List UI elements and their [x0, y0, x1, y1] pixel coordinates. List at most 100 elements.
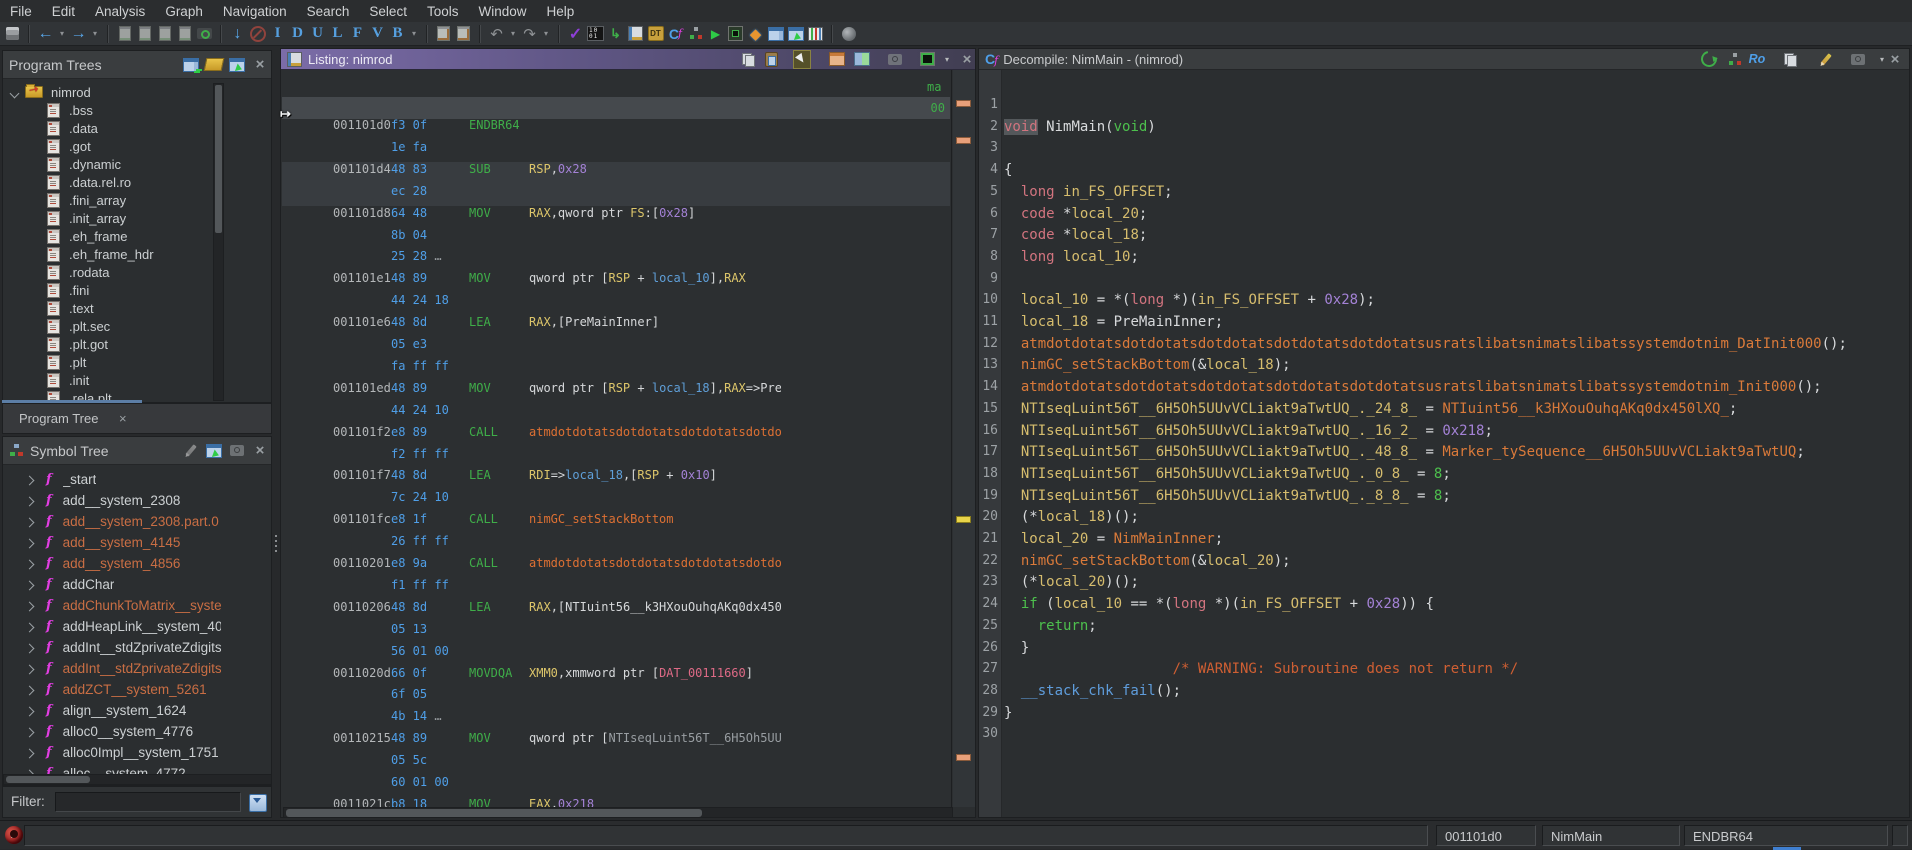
decompile-line-7[interactable]: code *local_18;	[1004, 224, 1147, 246]
import-arrow-icon[interactable]: ↳	[607, 24, 624, 44]
undefine-button[interactable]: U	[309, 24, 326, 44]
listing-line-001101e1-b1[interactable]: 44 24 18	[281, 289, 951, 311]
memory-block-icon[interactable]	[918, 50, 936, 68]
tree-item-dynamic[interactable]: .dynamic	[3, 155, 121, 173]
back-dropdown[interactable]: ▾	[57, 24, 67, 44]
listing-line-001101d8[interactable]: 001101d8 MOV RAX,qword ptr FS:[0x28] 64 48	[281, 202, 951, 224]
listing-line-001101fc[interactable]: 001101fc CALL nimGC_setStackBottom e8 1f	[281, 508, 951, 530]
symbol-item[interactable]: f addChar	[3, 574, 114, 595]
listing-line-001101d0[interactable]: 001101d0 ENDBR64 f3 0f	[281, 114, 951, 136]
byte-button[interactable]: B	[389, 24, 406, 44]
listing-line-001101d4[interactable]: 001101d4 SUB RSP,0x28 48 83	[281, 158, 951, 180]
symbol-list-hscrollbar[interactable]	[3, 774, 271, 785]
function-button[interactable]: F	[349, 24, 366, 44]
menu-select[interactable]: Select	[369, 4, 407, 19]
tree-item-plt[interactable]: .plt	[3, 353, 86, 371]
redo-icon[interactable]: ↷	[521, 24, 538, 44]
data-type-manager-icon[interactable]: DT	[647, 24, 664, 44]
splitter-handle[interactable]	[274, 535, 278, 557]
forward-icon[interactable]: →	[70, 24, 87, 44]
decompile-line-10[interactable]: local_10 = *(long *)(in_FS_OFFSET + 0x28…	[1004, 289, 1375, 311]
listing-line-0011020d[interactable]: 0011020d MOVDQA XMM0,xmmword ptr [DAT_0011…	[281, 662, 951, 684]
collapse-chevron-icon[interactable]	[9, 85, 20, 100]
copy-icon[interactable]	[1781, 50, 1799, 68]
decompile-line-28[interactable]: __stack_chk_fail();	[1004, 680, 1181, 702]
tree-item-pltgot[interactable]: .plt.got	[3, 335, 108, 353]
listing-hscrollbar[interactable]	[283, 807, 953, 817]
patch-instruction-icon[interactable]	[116, 24, 133, 44]
decompile-line-5[interactable]: long in_FS_OFFSET;	[1004, 181, 1173, 203]
instruction-button[interactable]: I	[269, 24, 286, 44]
variable-button[interactable]: V	[369, 24, 386, 44]
expand-chevron-icon[interactable]	[24, 493, 35, 508]
sphere-icon[interactable]	[840, 24, 857, 44]
tab-close-icon[interactable]: ×	[119, 404, 127, 433]
snapshot-icon[interactable]	[1849, 50, 1867, 68]
tree-item-pltsec[interactable]: .plt.sec	[3, 317, 110, 335]
listing-line-00110215-b2[interactable]: 60 01 00	[281, 771, 951, 793]
bookmark-marker[interactable]	[956, 137, 971, 144]
clear-code-icon[interactable]	[249, 24, 266, 44]
menu-window[interactable]: Window	[478, 4, 526, 19]
symbol-item[interactable]: f alloc0Impl__system_1751	[3, 742, 219, 763]
menu-graph[interactable]: Graph	[165, 4, 203, 19]
tree-item-eh_frame_hdr[interactable]: .eh_frame_hdr	[3, 245, 154, 263]
memory-dropdown-icon[interactable]: ▾	[938, 50, 956, 68]
filter-input[interactable]	[55, 792, 241, 812]
filter-icon[interactable]	[249, 794, 267, 812]
listing-line-001101f2-b1[interactable]: f2 ff ff	[281, 443, 951, 465]
decompile-line-17[interactable]: NTIseqLuint56T__6H5Oh5UUvVCLiakt9aTwtUQ_…	[1004, 441, 1805, 463]
tree-item-eh_frame[interactable]: .eh_frame	[3, 227, 128, 245]
expand-chevron-icon[interactable]	[24, 745, 35, 760]
symbol-item[interactable]: f _start	[3, 469, 96, 490]
decompile-line-29[interactable]: }	[1004, 702, 1012, 724]
listing-line-001101fc-b1[interactable]: 26 ff ff	[281, 530, 951, 552]
save-icon[interactable]	[4, 24, 21, 44]
decompile-line-16[interactable]: NTIseqLuint56T__6H5Oh5UUvVCLiakt9aTwtUQ_…	[1004, 420, 1493, 442]
tree-item-init[interactable]: .init	[3, 371, 89, 389]
expand-chevron-icon[interactable]	[24, 535, 35, 550]
expand-chevron-icon[interactable]	[24, 556, 35, 571]
listing-line-00110206-b1[interactable]: 05 13	[281, 618, 951, 640]
expand-chevron-icon[interactable]	[24, 703, 35, 718]
table-export-icon[interactable]	[787, 24, 804, 44]
tree-item-bss[interactable]: .bss	[3, 101, 93, 119]
decompile-line-13[interactable]: nimGC_setStackBottom(&local_18);	[1004, 354, 1291, 376]
symbol-item[interactable]: f add__system_4145	[3, 532, 180, 553]
listing-line-001101e6-b2[interactable]: fa ff ff	[281, 355, 951, 377]
close-icon[interactable]: ×	[251, 442, 269, 460]
symbol-item[interactable]: f add__system_2308.part.0	[3, 511, 219, 532]
decompile-line-27[interactable]: /* WARNING: Subroutine does not return *…	[1004, 658, 1519, 680]
expand-chevron-icon[interactable]	[24, 472, 35, 487]
undo-dropdown[interactable]: ▾	[508, 24, 518, 44]
listing-line-001101e6[interactable]: 001101e6 LEA RAX,[PreMainInner] 48 8d	[281, 311, 951, 333]
expand-chevron-icon[interactable]	[24, 514, 35, 529]
expand-chevron-icon[interactable]	[24, 640, 35, 655]
display-table-icon[interactable]	[182, 56, 200, 74]
edit-icon[interactable]	[182, 442, 200, 460]
call-tree-icon[interactable]	[687, 24, 704, 44]
patch-import-icon[interactable]	[156, 24, 173, 44]
listing-line-001101e6-b1[interactable]: 05 e3	[281, 333, 951, 355]
tree-item-rodata[interactable]: .rodata	[3, 263, 109, 281]
cf-decompiler-icon[interactable]: Cf	[667, 24, 684, 44]
listing-line-00110206-b2[interactable]: 56 01 00	[281, 640, 951, 662]
patch-data-icon[interactable]	[136, 24, 153, 44]
goto-symbol-icon[interactable]	[205, 442, 223, 460]
decompile-line-4[interactable]: {	[1004, 159, 1012, 181]
tree-item-init_array[interactable]: .init_array	[3, 209, 126, 227]
forward-dropdown[interactable]: ▾	[90, 24, 100, 44]
symbol-item[interactable]: f alloc0__system_4776	[3, 721, 193, 742]
decompile-line-18[interactable]: NTIseqLuint56T__6H5Oh5UUvVCLiakt9aTwtUQ_…	[1004, 463, 1451, 485]
listing-line-001101ed[interactable]: 001101ed MOV qword ptr [RSP + local_18],RA…	[281, 377, 951, 399]
decompile-line-19[interactable]: NTIseqLuint56T__6H5Oh5UUvVCLiakt9aTwtUQ_…	[1004, 485, 1451, 507]
listing-line-001101f7-b1[interactable]: 7c 24 10	[281, 486, 951, 508]
bookmark-chart-icon[interactable]	[807, 24, 824, 44]
refresh-icon[interactable]	[1697, 49, 1721, 71]
listing-line-00110206[interactable]: 00110206 LEA RAX,[NTIuint56__k3HXouOuhqAKq…	[281, 596, 951, 618]
listing-line-001101f7[interactable]: 001101f7 LEA RDI=>local_18,[RSP + 0x10] 48 …	[281, 464, 951, 486]
listing-line-001101d8-b1[interactable]: 8b 04	[281, 224, 951, 246]
data-button[interactable]: D	[289, 24, 306, 44]
symbol-item[interactable]: f add__system_2308	[3, 490, 180, 511]
tree-item-fini[interactable]: .fini	[3, 281, 89, 299]
